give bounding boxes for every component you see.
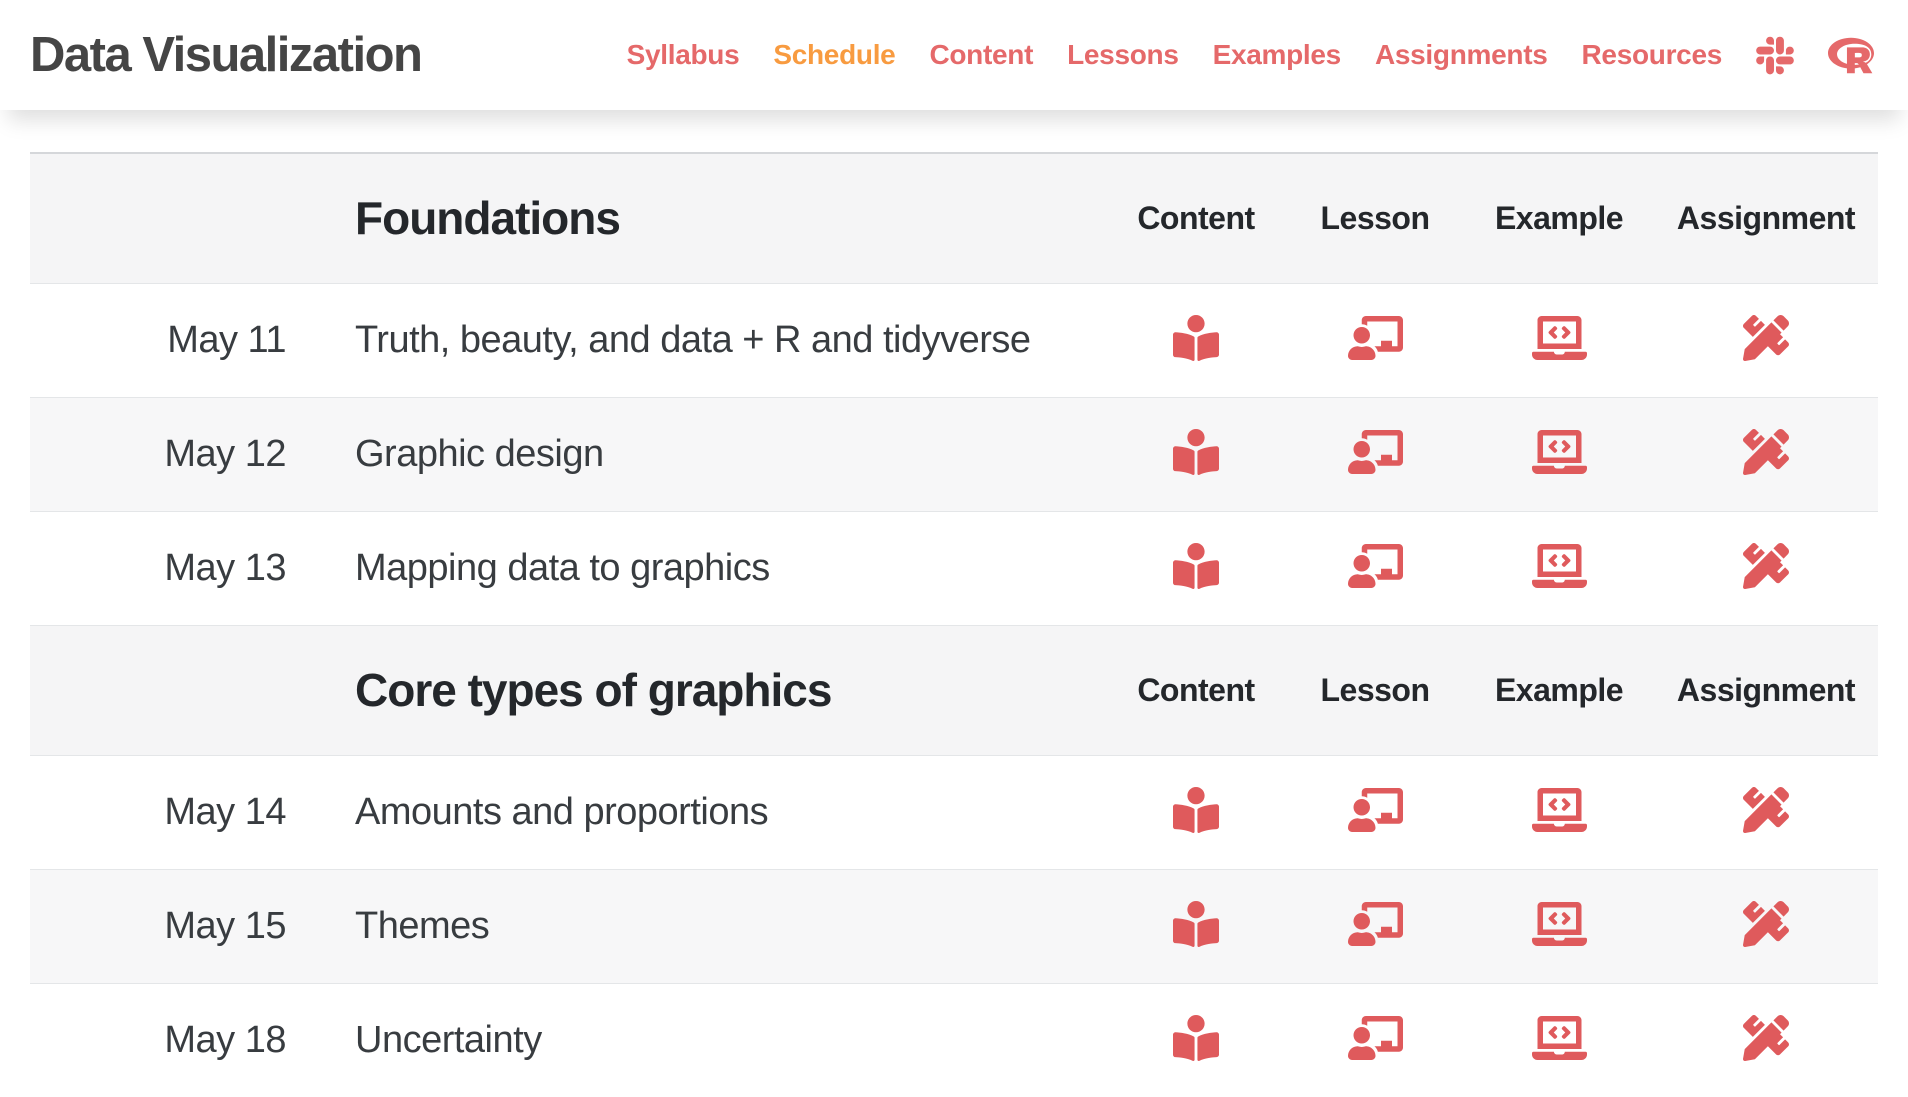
book-reader-icon <box>1173 429 1219 475</box>
column-header-lesson: Lesson <box>1286 153 1464 283</box>
column-header-example: Example <box>1464 625 1654 755</box>
example-link[interactable] <box>1532 788 1587 832</box>
content-link[interactable] <box>1173 787 1219 833</box>
row-date: May 14 <box>30 755 320 869</box>
laptop-code-icon <box>1532 430 1587 474</box>
r-project-link[interactable] <box>1828 35 1874 76</box>
r-project-icon <box>1828 35 1874 76</box>
book-reader-icon <box>1173 315 1219 361</box>
nav-link-content[interactable]: Content <box>929 39 1033 71</box>
pencil-ruler-icon <box>1743 787 1789 833</box>
content-link[interactable] <box>1173 901 1219 947</box>
main-nav: Syllabus Schedule Content Lessons Exampl… <box>627 34 1874 77</box>
laptop-code-icon <box>1532 1016 1587 1060</box>
table-row: May 15 Themes <box>30 869 1878 983</box>
assignment-link[interactable] <box>1743 429 1789 475</box>
example-link[interactable] <box>1532 1016 1587 1060</box>
row-date: May 18 <box>30 983 320 1097</box>
laptop-code-icon <box>1532 902 1587 946</box>
pencil-ruler-icon <box>1743 315 1789 361</box>
chalkboard-teacher-icon <box>1348 788 1403 832</box>
table-row: May 13 Mapping data to graphics <box>30 511 1878 625</box>
site-title[interactable]: Data Visualization <box>30 27 421 83</box>
lesson-link[interactable] <box>1348 1016 1403 1060</box>
content-link[interactable] <box>1173 429 1219 475</box>
section-title: Foundations <box>320 153 1106 283</box>
book-reader-icon <box>1173 543 1219 589</box>
chalkboard-teacher-icon <box>1348 316 1403 360</box>
content-link[interactable] <box>1173 315 1219 361</box>
column-header-assignment: Assignment <box>1654 153 1878 283</box>
row-date: May 11 <box>30 283 320 397</box>
lesson-link[interactable] <box>1348 902 1403 946</box>
slack-link[interactable] <box>1756 34 1794 77</box>
chalkboard-teacher-icon <box>1348 1016 1403 1060</box>
pencil-ruler-icon <box>1743 901 1789 947</box>
chalkboard-teacher-icon <box>1348 544 1403 588</box>
empty-cell <box>30 625 320 755</box>
row-title: Amounts and proportions <box>320 755 1106 869</box>
row-date: May 12 <box>30 397 320 511</box>
nav-link-lessons[interactable]: Lessons <box>1067 39 1179 71</box>
example-link[interactable] <box>1532 430 1587 474</box>
assignment-link[interactable] <box>1743 315 1789 361</box>
book-reader-icon <box>1173 901 1219 947</box>
nav-link-schedule[interactable]: Schedule <box>773 39 895 71</box>
content-link[interactable] <box>1173 1015 1219 1061</box>
row-title: Truth, beauty, and data + R and tidyvers… <box>320 283 1106 397</box>
lesson-link[interactable] <box>1348 544 1403 588</box>
laptop-code-icon <box>1532 788 1587 832</box>
row-title: Graphic design <box>320 397 1106 511</box>
nav-link-syllabus[interactable]: Syllabus <box>627 39 740 71</box>
row-title: Uncertainty <box>320 983 1106 1097</box>
lesson-link[interactable] <box>1348 788 1403 832</box>
chalkboard-teacher-icon <box>1348 902 1403 946</box>
example-link[interactable] <box>1532 902 1587 946</box>
chalkboard-teacher-icon <box>1348 430 1403 474</box>
assignment-link[interactable] <box>1743 543 1789 589</box>
section-header-row: Core types of graphics Content Lesson Ex… <box>30 625 1878 755</box>
row-title: Themes <box>320 869 1106 983</box>
assignment-link[interactable] <box>1743 1015 1789 1061</box>
assignment-link[interactable] <box>1743 787 1789 833</box>
nav-link-examples[interactable]: Examples <box>1213 39 1341 71</box>
navbar: Data Visualization Syllabus Schedule Con… <box>0 0 1908 110</box>
example-link[interactable] <box>1532 316 1587 360</box>
column-header-content: Content <box>1106 625 1286 755</box>
laptop-code-icon <box>1532 544 1587 588</box>
schedule-table: Foundations Content Lesson Example Assig… <box>30 152 1878 1097</box>
book-reader-icon <box>1173 1015 1219 1061</box>
column-header-example: Example <box>1464 153 1654 283</box>
empty-cell <box>30 153 320 283</box>
lesson-link[interactable] <box>1348 430 1403 474</box>
section-title: Core types of graphics <box>320 625 1106 755</box>
pencil-ruler-icon <box>1743 543 1789 589</box>
laptop-code-icon <box>1532 316 1587 360</box>
lesson-link[interactable] <box>1348 316 1403 360</box>
section-header-row: Foundations Content Lesson Example Assig… <box>30 153 1878 283</box>
nav-link-resources[interactable]: Resources <box>1582 39 1723 71</box>
table-row: May 14 Amounts and proportions <box>30 755 1878 869</box>
row-date: May 13 <box>30 511 320 625</box>
content-link[interactable] <box>1173 543 1219 589</box>
example-link[interactable] <box>1532 544 1587 588</box>
row-title: Mapping data to graphics <box>320 511 1106 625</box>
table-row: May 11 Truth, beauty, and data + R and t… <box>30 283 1878 397</box>
nav-link-assignments[interactable]: Assignments <box>1375 39 1548 71</box>
pencil-ruler-icon <box>1743 429 1789 475</box>
assignment-link[interactable] <box>1743 901 1789 947</box>
column-header-lesson: Lesson <box>1286 625 1464 755</box>
column-header-assignment: Assignment <box>1654 625 1878 755</box>
book-reader-icon <box>1173 787 1219 833</box>
column-header-content: Content <box>1106 153 1286 283</box>
pencil-ruler-icon <box>1743 1015 1789 1061</box>
slack-icon <box>1756 34 1794 77</box>
table-row: May 18 Uncertainty <box>30 983 1878 1097</box>
table-row: May 12 Graphic design <box>30 397 1878 511</box>
row-date: May 15 <box>30 869 320 983</box>
